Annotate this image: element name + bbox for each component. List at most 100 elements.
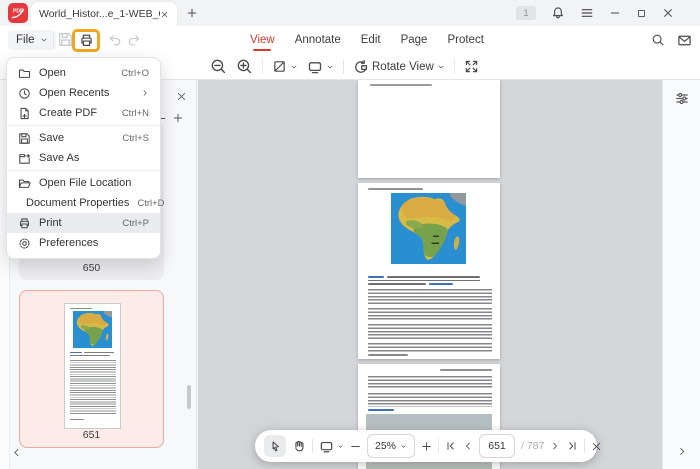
window-close-icon[interactable] [662, 7, 674, 19]
zoom-out-button[interactable] [350, 441, 361, 452]
menu-item-document-properties[interactable]: Document Properties Ctrl+D [7, 193, 165, 213]
thumbnail-zoom-in-icon[interactable] [172, 112, 184, 124]
select-tool-button[interactable] [264, 435, 286, 457]
redo-icon [128, 35, 140, 46]
menu-separator [7, 125, 160, 126]
document-canvas[interactable] [198, 80, 662, 469]
chevron-down-icon [41, 38, 46, 42]
zoom-level-dropdown[interactable]: 25% [367, 434, 415, 458]
rotate-view-button[interactable]: Rotate View [353, 59, 445, 75]
toolbar-divider [584, 439, 586, 453]
menu-hamburger-icon[interactable] [580, 6, 594, 20]
document-tab-title: World_Histor...e_1-WEB_Copy [39, 8, 160, 20]
file-menu-button[interactable]: File [8, 30, 56, 50]
menu-item-print[interactable]: Print Ctrl+P [7, 213, 160, 233]
thumbnail-scrollbar[interactable] [187, 385, 191, 409]
save-icon [19, 132, 30, 144]
tab-view[interactable]: View [250, 27, 275, 53]
panel-close-icon[interactable] [176, 91, 187, 102]
undo-icon [109, 35, 121, 46]
fullscreen-icon[interactable] [464, 59, 479, 74]
plus-icon [422, 441, 431, 451]
zoom-in-button[interactable] [421, 441, 432, 452]
rotate-view-icon [355, 59, 368, 73]
undo-button[interactable] [107, 32, 123, 48]
main-toolbar: File View Annotate Edit Page Protect [0, 26, 700, 54]
zoom-in-icon[interactable] [236, 58, 253, 75]
right-side-panel [662, 80, 700, 469]
folder-open-icon [18, 179, 31, 188]
toolbar-divider [453, 59, 455, 74]
mail-icon[interactable] [677, 33, 692, 48]
page-view-mode-icon [274, 61, 285, 72]
chevron-down-icon [338, 444, 343, 448]
menu-item-preferences[interactable]: Preferences [7, 233, 160, 253]
menu-item-save-as[interactable]: Save As [7, 148, 160, 168]
africa-map-figure [391, 193, 466, 264]
minus-icon [351, 445, 360, 447]
next-page-button[interactable] [550, 441, 560, 451]
previous-page-button[interactable] [463, 441, 473, 451]
thumbnail-page-651-selected[interactable]: 651 [19, 290, 164, 448]
file-menu-popup: Open Ctrl+O Open Recents Create PDF Ctrl… [6, 57, 165, 259]
menu-item-create-pdf[interactable]: Create PDF Ctrl+N [7, 103, 160, 123]
close-toolbar-button[interactable] [591, 441, 602, 452]
first-page-button[interactable] [445, 440, 457, 452]
toolbar-divider [312, 439, 313, 453]
chevron-down-icon [291, 65, 297, 68]
read-mode-button[interactable] [307, 59, 334, 75]
toolbar-divider [262, 59, 263, 74]
read-mode-button[interactable] [319, 439, 344, 454]
last-page-button[interactable] [566, 440, 578, 452]
hand-tool-button[interactable] [292, 439, 306, 453]
tab-edit[interactable]: Edit [361, 27, 381, 53]
thumbnail-page-650-label: 650 [82, 262, 101, 274]
menu-item-open-file-location[interactable]: Open File Location [7, 173, 160, 193]
properties-sliders-icon[interactable] [674, 91, 689, 106]
new-tab-icon[interactable] [186, 7, 198, 19]
current-page-value: 651 [488, 440, 506, 452]
tab-protect[interactable]: Protect [447, 27, 483, 53]
ribbon-tabs: View Annotate Edit Page Protect [250, 26, 484, 54]
chevron-right-icon [553, 442, 558, 450]
zoom-out-icon[interactable] [210, 58, 227, 75]
bell-icon[interactable] [551, 6, 565, 20]
menu-item-save[interactable]: Save Ctrl+S [7, 128, 160, 148]
bottom-navigation-toolbar: 25% 651 / 787 [255, 430, 601, 462]
clock-icon [19, 87, 30, 99]
gear-icon [19, 238, 30, 248]
total-pages: 787 [526, 440, 545, 452]
redo-button[interactable] [126, 32, 142, 48]
rotate-view-label: Rotate View [372, 60, 434, 73]
tab-page[interactable]: Page [401, 27, 428, 53]
window-minimize-icon[interactable] [609, 7, 621, 19]
cursor-icon [272, 441, 279, 451]
screen-icon [308, 61, 322, 73]
document-page-651[interactable] [358, 183, 500, 359]
document-page-650[interactable] [358, 80, 500, 178]
menu-item-open-recents[interactable]: Open Recents [7, 83, 160, 103]
file-menu-button-label: File [16, 34, 35, 46]
document-tab[interactable]: World_Histor...e_1-WEB_Copy [31, 2, 177, 26]
last-page-icon [569, 442, 576, 450]
toolbar-divider [343, 59, 344, 74]
page-view-mode-button[interactable] [272, 59, 298, 74]
file-plus-icon [20, 107, 29, 119]
menu-separator [7, 170, 160, 171]
thumbnail-page-651-preview [64, 303, 121, 429]
tab-close-icon[interactable] [160, 10, 169, 19]
panel-expand-chevron-icon[interactable] [676, 446, 687, 457]
search-icon[interactable] [651, 33, 665, 47]
print-button-highlighted[interactable] [72, 29, 100, 52]
panel-collapse-chevron-icon[interactable] [11, 447, 22, 458]
pdfelement-logo-icon: PDF [8, 3, 28, 23]
toolbar-divider [438, 439, 439, 453]
menu-item-open[interactable]: Open Ctrl+O [7, 63, 160, 83]
tab-annotate[interactable]: Annotate [295, 27, 341, 53]
current-page-input[interactable]: 651 [479, 434, 515, 458]
africa-map-thumbnail [73, 311, 112, 348]
window-maximize-icon[interactable] [636, 8, 647, 19]
notification-badge[interactable]: 1 [516, 6, 536, 20]
chevron-down-icon [327, 65, 333, 68]
folder-icon [18, 69, 31, 78]
